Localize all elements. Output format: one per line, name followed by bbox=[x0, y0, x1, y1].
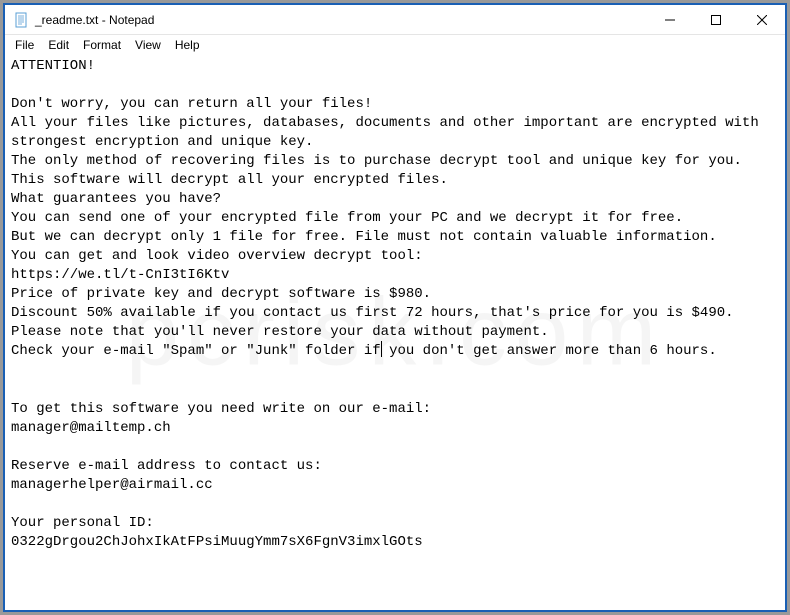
text-line: But we can decrypt only 1 file for free.… bbox=[11, 229, 717, 245]
text-line: You can send one of your encrypted file … bbox=[11, 210, 683, 226]
text-line: Don't worry, you can return all your fil… bbox=[11, 96, 372, 112]
text-line: Reserve e-mail address to contact us: bbox=[11, 458, 322, 474]
text-line: manager@mailtemp.ch bbox=[11, 420, 171, 436]
text-line: https://we.tl/t-CnI3tI6Ktv bbox=[11, 267, 229, 283]
text-line: To get this software you need write on o… bbox=[11, 401, 431, 417]
text-line: Please note that you'll never restore yo… bbox=[11, 324, 549, 340]
window-controls bbox=[647, 5, 785, 34]
text-area[interactable]: pcrisk.comATTENTION! Don't worry, you ca… bbox=[5, 55, 785, 610]
menu-file[interactable]: File bbox=[9, 36, 40, 54]
maximize-button[interactable] bbox=[693, 5, 739, 34]
text-line: managerhelper@airmail.cc bbox=[11, 477, 213, 493]
text-line: 0322gDrgou2ChJohxIkAtFPsiMuugYmm7sX6FgnV… bbox=[11, 534, 423, 550]
text-line: you don't get answer more than 6 hours. bbox=[381, 343, 717, 359]
close-button[interactable] bbox=[739, 5, 785, 34]
titlebar[interactable]: _readme.txt - Notepad bbox=[5, 5, 785, 35]
text-line: Discount 50% available if you contact us… bbox=[11, 305, 734, 321]
text-line: Check your e-mail "Spam" or "Junk" folde… bbox=[11, 343, 381, 359]
text-line: What guarantees you have? bbox=[11, 191, 221, 207]
menu-view[interactable]: View bbox=[129, 36, 167, 54]
menu-edit[interactable]: Edit bbox=[42, 36, 75, 54]
text-line: Price of private key and decrypt softwar… bbox=[11, 286, 431, 302]
text-line: This software will decrypt all your encr… bbox=[11, 172, 448, 188]
menubar: File Edit Format View Help bbox=[5, 35, 785, 55]
text-line: ATTENTION! bbox=[11, 58, 95, 74]
text-line: You can get and look video overview decr… bbox=[11, 248, 423, 264]
notepad-file-icon bbox=[13, 12, 29, 28]
text-line: Your personal ID: bbox=[11, 515, 154, 531]
text-cursor-icon bbox=[381, 341, 382, 357]
menu-format[interactable]: Format bbox=[77, 36, 127, 54]
window-title: _readme.txt - Notepad bbox=[35, 13, 647, 27]
text-line: The only method of recovering files is t… bbox=[11, 153, 742, 169]
text-line: All your files like pictures, databases,… bbox=[11, 115, 767, 150]
minimize-button[interactable] bbox=[647, 5, 693, 34]
notepad-window: _readme.txt - Notepad File Edit Format V… bbox=[3, 3, 787, 612]
menu-help[interactable]: Help bbox=[169, 36, 206, 54]
